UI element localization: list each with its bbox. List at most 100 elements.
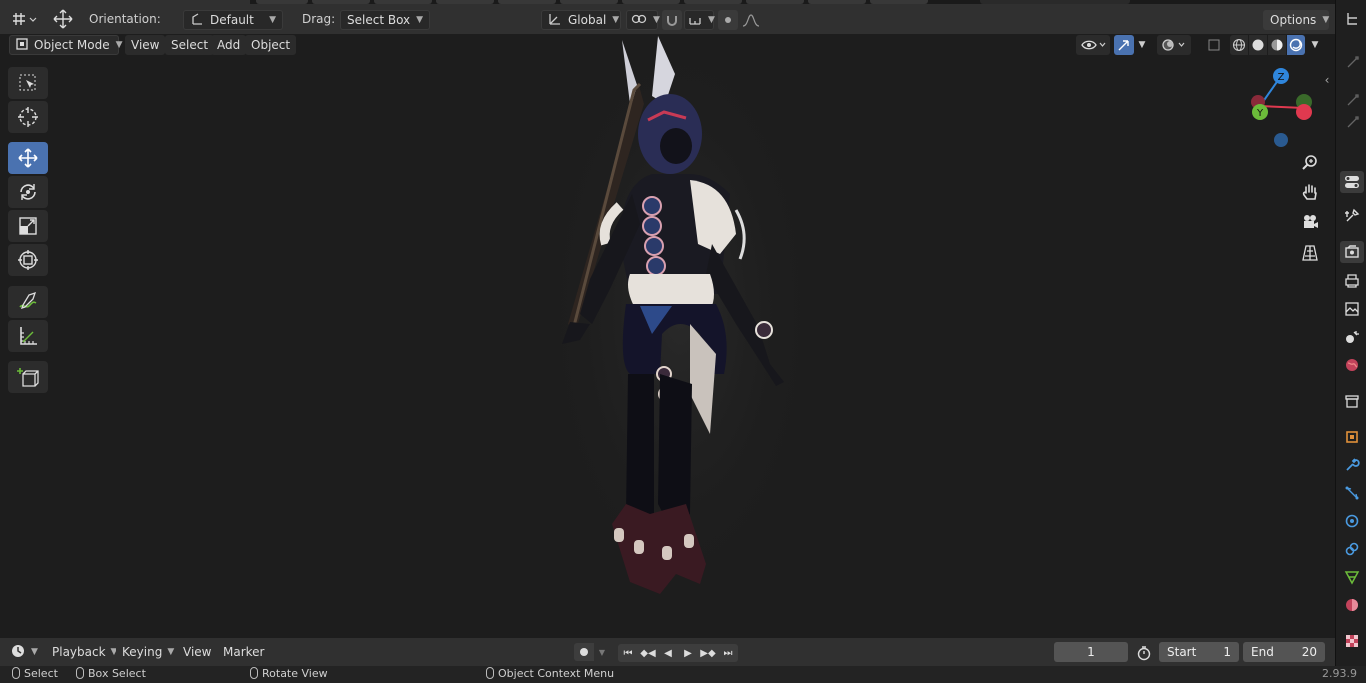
global-axes-icon (548, 12, 562, 29)
editor-type-icon[interactable] (8, 9, 40, 29)
chevron-down-icon[interactable]: ▼ (594, 643, 610, 661)
xray-toggle-icon[interactable] (1204, 35, 1224, 55)
modifier-wrench-icon[interactable] (1340, 454, 1364, 476)
jump-end-icon[interactable]: ⏭ (718, 644, 738, 662)
prev-keyframe-icon[interactable]: ◆◀ (638, 644, 658, 662)
pivot-point-dropdown[interactable]: ▼ (626, 10, 660, 30)
navigation-gizmo[interactable]: Z Y (1246, 66, 1318, 148)
menu-object[interactable]: Object (245, 35, 297, 55)
scene-tab-icon[interactable] (1340, 326, 1364, 348)
gizmo-toggle-icon[interactable] (1114, 35, 1134, 55)
falloff-curve-icon[interactable] (740, 10, 762, 30)
chevron-down-icon[interactable]: ▼ (1307, 35, 1323, 55)
view-layer-tab-icon[interactable] (1340, 298, 1364, 320)
sidebar-toggle-chevron-icon[interactable]: ‹ (1320, 72, 1334, 88)
top-header-bar: Orientation: Default ▼ Drag: Select Box … (0, 0, 1366, 34)
orientation-dropdown[interactable]: Default ▼ (183, 10, 283, 30)
play-reverse-icon[interactable]: ◀ (658, 644, 678, 662)
chevron-down-icon[interactable]: ▼ (1134, 35, 1150, 55)
overlays-icon[interactable] (1157, 35, 1191, 55)
gizmo-z-label: Z (1278, 72, 1285, 83)
select-box-icon (19, 74, 36, 91)
cursor-tool[interactable] (8, 101, 48, 133)
gizmo-x-axis (1296, 104, 1312, 120)
menu-select[interactable]: Select (165, 35, 215, 55)
add-cube-icon (17, 368, 39, 387)
jump-start-icon[interactable]: ⏮ (618, 644, 638, 662)
status-select-hint: Select (12, 667, 58, 680)
world-tab-icon[interactable] (1340, 354, 1364, 376)
transform-tool[interactable] (8, 244, 48, 276)
collection-tab-icon[interactable] (1340, 390, 1364, 412)
cursor-icon (18, 107, 38, 127)
chevron-down-icon: ▼ (653, 15, 660, 25)
end-label: End (1251, 645, 1274, 659)
move-transform-icon[interactable] (50, 8, 76, 30)
menu-playback[interactable]: Playback ▼ (46, 642, 124, 662)
timeline-editor-type[interactable]: ▼ (8, 642, 40, 662)
material-preview-icon[interactable] (1268, 35, 1286, 55)
select-box-tool[interactable] (8, 67, 48, 99)
object-mode-icon (16, 37, 28, 53)
end-frame-field[interactable]: End 20 (1243, 642, 1325, 662)
camera-view-icon[interactable] (1297, 209, 1323, 235)
tool-settings-icon[interactable] (1342, 90, 1364, 110)
current-frame-field[interactable]: 1 (1054, 642, 1128, 662)
chevron-down-icon: ▼ (612, 15, 620, 25)
rotate-tool[interactable] (8, 176, 48, 208)
measure-tool[interactable] (8, 320, 48, 352)
visibility-eye-icon[interactable] (1076, 35, 1110, 55)
tool-settings-icon[interactable] (1342, 112, 1364, 132)
menu-add[interactable]: Add (211, 35, 247, 55)
drag-label: Drag: (302, 12, 336, 26)
drag-dropdown[interactable]: Select Box ▼ (340, 10, 430, 30)
pan-hand-icon[interactable] (1297, 179, 1323, 205)
3d-viewport[interactable]: Object Mode ▼ View Select Add Object ▼ ▼… (0, 34, 1335, 638)
annotate-tool[interactable] (8, 286, 48, 318)
tool-tab-icon[interactable] (1340, 205, 1364, 227)
zoom-icon[interactable] (1297, 150, 1323, 176)
texture-tab-icon[interactable] (1340, 630, 1364, 652)
outliner-icon[interactable] (1342, 9, 1364, 29)
play-icon[interactable]: ▶ (678, 644, 698, 662)
chevron-down-icon: ▼ (416, 15, 424, 25)
snap-target-dropdown[interactable]: ▼ (684, 10, 715, 30)
mode-dropdown[interactable]: Object Mode ▼ (9, 35, 123, 55)
wireframe-shading-icon[interactable] (1230, 35, 1248, 55)
perspective-grid-icon[interactable] (1297, 240, 1323, 266)
move-tool[interactable] (8, 142, 48, 174)
particles-tab-icon[interactable] (1340, 482, 1364, 504)
constraints-tab-icon[interactable] (1340, 538, 1364, 560)
snap-increment-icon (688, 12, 702, 29)
start-frame-field[interactable]: Start 1 (1159, 642, 1239, 662)
transform-orientation-dropdown[interactable]: Global ▼ (541, 10, 621, 30)
scale-tool[interactable] (8, 210, 48, 242)
next-keyframe-icon[interactable]: ▶◆ (698, 644, 718, 662)
output-tab-icon[interactable] (1340, 270, 1364, 292)
status-bar (0, 666, 1366, 683)
properties-editor-icon[interactable] (1340, 171, 1364, 193)
physics-tab-icon[interactable] (1340, 510, 1364, 532)
tool-settings-icon[interactable] (1342, 52, 1364, 72)
snap-magnet-icon[interactable] (662, 10, 682, 30)
mode-value: Object Mode (34, 38, 110, 52)
add-cube-tool[interactable] (8, 361, 48, 393)
object-tab-icon[interactable] (1340, 426, 1364, 448)
data-mesh-icon[interactable] (1340, 566, 1364, 588)
auto-keying-record-icon[interactable] (574, 643, 594, 661)
rendered-shading-icon[interactable] (1287, 35, 1305, 55)
material-tab-icon[interactable] (1340, 594, 1364, 616)
proportional-editing-icon[interactable] (718, 10, 738, 30)
menu-view[interactable]: View (125, 35, 166, 55)
current-frame-value: 1 (1087, 645, 1095, 659)
menu-keying[interactable]: Keying ▼ (116, 642, 181, 662)
options-dropdown[interactable]: Options ▼ (1263, 10, 1329, 30)
preview-range-stopwatch-icon[interactable] (1134, 643, 1154, 663)
properties-tab-strip (1335, 0, 1366, 683)
menu-marker[interactable]: Marker (217, 642, 271, 662)
chevron-down-icon: ▼ (167, 647, 175, 657)
render-tab-icon[interactable] (1340, 241, 1364, 263)
solid-shading-icon[interactable] (1249, 35, 1267, 55)
workspace-tab-strip[interactable] (250, 0, 1366, 4)
menu-timeline-view[interactable]: View (177, 642, 218, 662)
